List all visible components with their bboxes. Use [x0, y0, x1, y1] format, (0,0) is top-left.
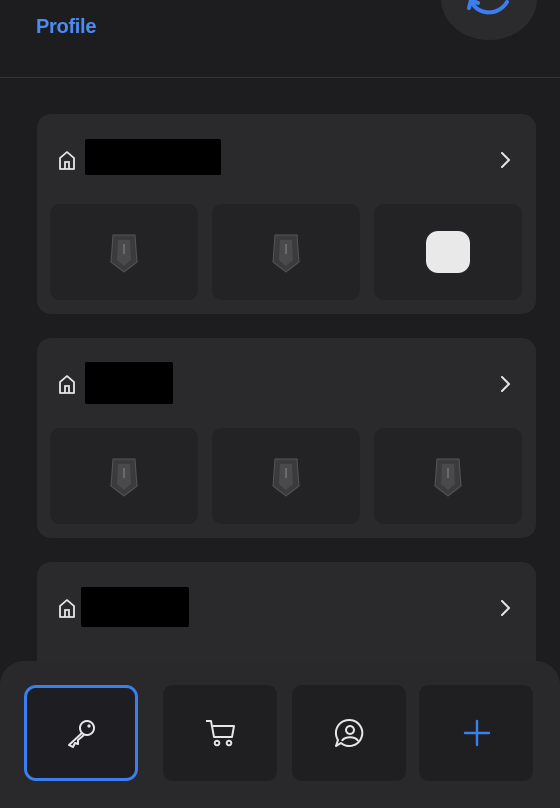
device-dark-icon	[434, 458, 462, 497]
bottom-nav	[0, 661, 560, 808]
device-tile[interactable]	[374, 428, 522, 524]
top-header: Profile	[0, 0, 560, 78]
device-dark-icon	[110, 458, 138, 497]
nav-shop-button[interactable]	[163, 685, 277, 781]
home-group-header[interactable]	[37, 114, 536, 202]
home-group-card	[37, 338, 536, 538]
support-chat-icon	[334, 718, 364, 747]
device-tile[interactable]	[212, 428, 360, 524]
chevron-right-icon	[501, 600, 510, 616]
sync-button[interactable]	[441, 0, 537, 40]
home-group-header[interactable]	[37, 562, 536, 650]
home-group-header[interactable]	[37, 338, 536, 426]
home-icon	[59, 375, 75, 394]
home-icon	[59, 151, 75, 170]
device-dark-icon	[272, 458, 300, 497]
device-tile[interactable]	[374, 204, 522, 300]
cart-icon	[206, 720, 235, 747]
nav-add-button[interactable]	[419, 685, 533, 781]
device-tile[interactable]	[50, 428, 198, 524]
plus-icon	[463, 719, 491, 747]
redacted-home-name	[85, 362, 173, 404]
nav-tools-button[interactable]	[24, 685, 138, 781]
wrench-icon	[68, 720, 95, 748]
redacted-home-name	[81, 587, 189, 627]
device-tile[interactable]	[50, 204, 198, 300]
device-light-icon	[426, 231, 470, 273]
redacted-home-name	[85, 139, 221, 175]
chevron-right-icon	[501, 152, 510, 168]
device-dark-icon	[110, 234, 138, 273]
home-icon	[59, 599, 75, 618]
chevron-right-icon	[501, 376, 510, 392]
device-tile[interactable]	[212, 204, 360, 300]
device-dark-icon	[272, 234, 300, 273]
home-group-card	[37, 114, 536, 314]
profile-link[interactable]: Profile	[36, 16, 96, 39]
nav-support-button[interactable]	[292, 685, 406, 781]
refresh-icon	[467, 0, 509, 15]
